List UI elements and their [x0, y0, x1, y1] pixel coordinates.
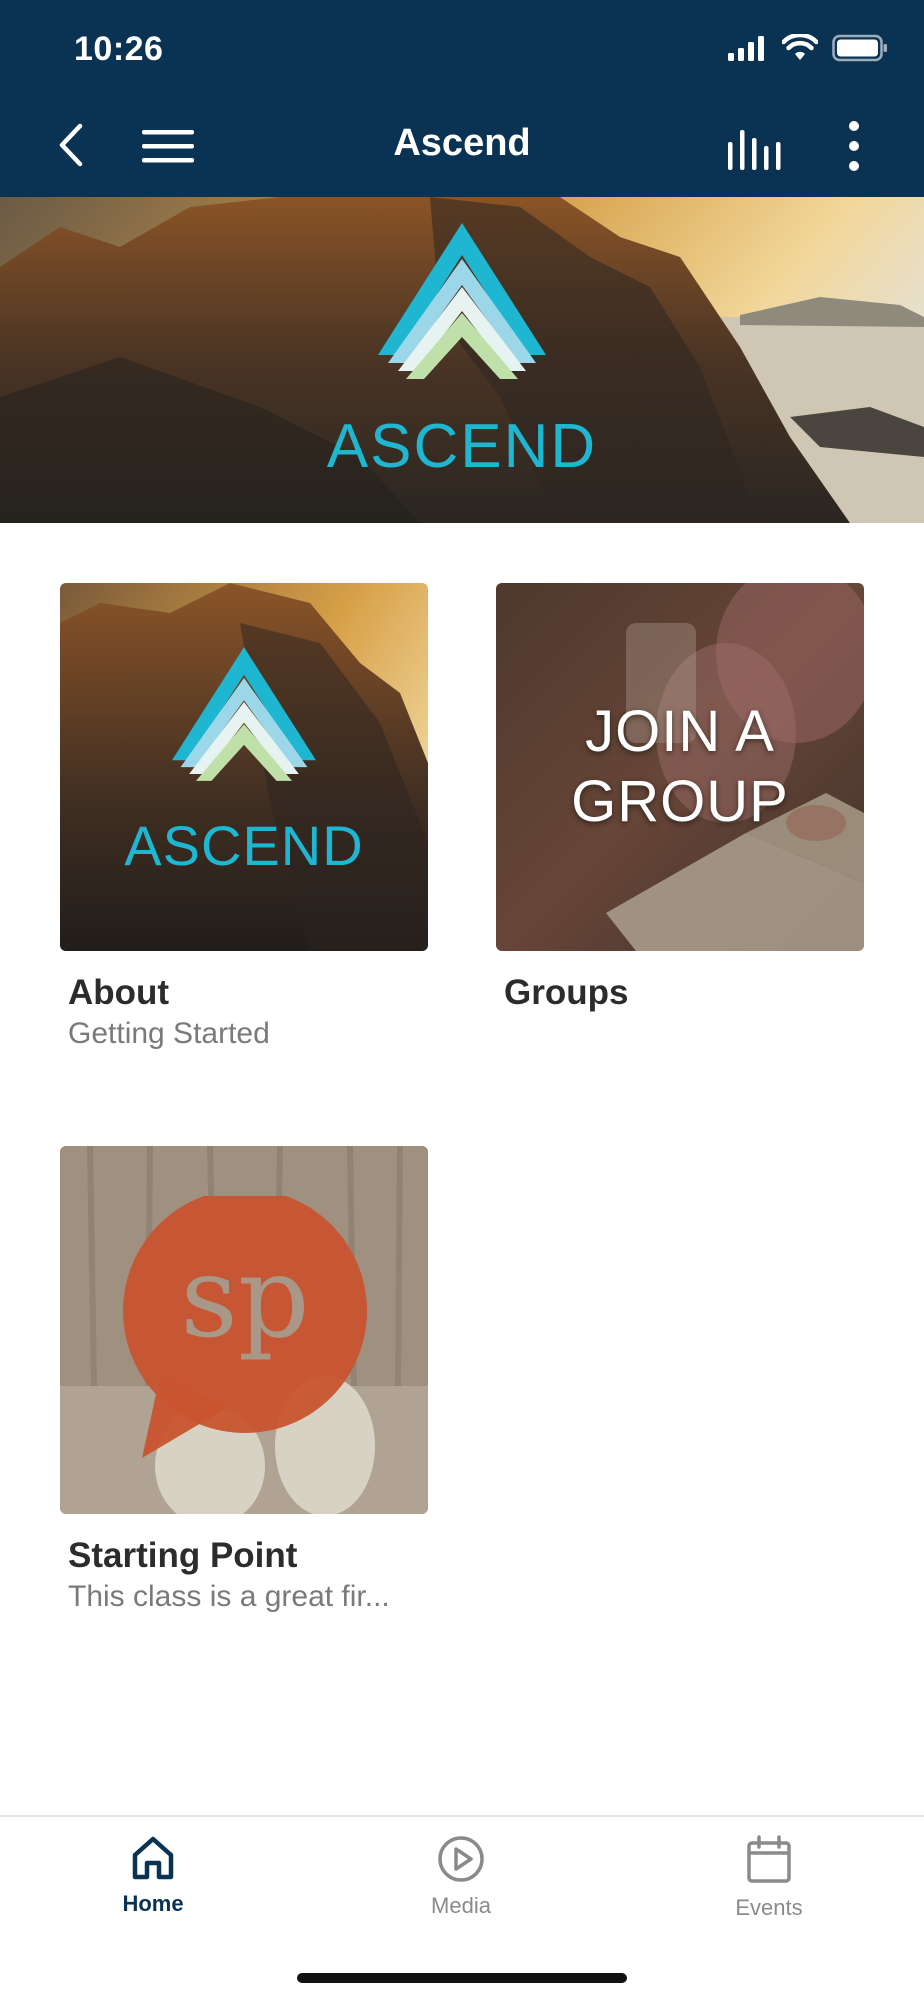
- image-text-line1: JOIN A: [585, 699, 775, 764]
- tile-title: Groups: [504, 973, 629, 1012]
- status-icons: [728, 34, 888, 62]
- tile-about[interactable]: ASCEND About Getting Started: [60, 583, 428, 1051]
- tab-label: Events: [735, 1895, 803, 1920]
- stats-bars-icon[interactable]: [726, 124, 782, 170]
- tab-events[interactable]: Events: [669, 1835, 869, 1921]
- ascend-logo-icon: [378, 223, 546, 379]
- groups-thumbnail[interactable]: JOIN A GROUP: [496, 583, 864, 951]
- hero-banner: ASCEND: [0, 197, 924, 523]
- tile-subtitle: This class is a great fir...: [68, 1580, 390, 1613]
- tab-home[interactable]: Home: [53, 1835, 253, 1917]
- navigation-bar: Ascend: [0, 110, 924, 180]
- about-thumbnail[interactable]: ASCEND: [60, 583, 428, 951]
- tile-starting-point[interactable]: sp Starting Point This class is a great …: [60, 1146, 428, 1614]
- app-header: 10:26 Ascend: [0, 0, 924, 197]
- ascend-logo-icon: [172, 647, 316, 781]
- more-vertical-icon[interactable]: [840, 120, 868, 172]
- starting-point-thumbnail[interactable]: sp: [60, 1146, 428, 1514]
- tab-media[interactable]: Media: [361, 1835, 561, 1919]
- tile-title: Starting Point: [68, 1536, 298, 1575]
- image-text-line2: GROUP: [571, 769, 789, 834]
- home-icon: [132, 1836, 174, 1880]
- play-circle-icon: [438, 1836, 484, 1882]
- cellular-signal-icon: [728, 36, 764, 61]
- join-a-group-text: JOIN A GROUP: [496, 583, 864, 951]
- calendar-icon: [747, 1835, 791, 1883]
- battery-icon: [832, 34, 887, 62]
- tab-label: Home: [122, 1891, 184, 1916]
- ascend-logo-text: ASCEND: [124, 814, 364, 877]
- tab-label: Media: [431, 1893, 491, 1918]
- ascend-logo-text: ASCEND: [326, 412, 598, 481]
- tile-title: About: [68, 973, 170, 1012]
- tile-subtitle: Getting Started: [68, 1017, 270, 1050]
- home-indicator: [297, 1973, 627, 1983]
- wifi-icon: [782, 34, 818, 60]
- status-time: 10:26: [74, 30, 164, 68]
- tile-groups[interactable]: JOIN A GROUP Groups: [496, 583, 864, 1013]
- sp-logo-text: sp: [180, 1233, 310, 1363]
- page-title: Ascend: [393, 122, 531, 164]
